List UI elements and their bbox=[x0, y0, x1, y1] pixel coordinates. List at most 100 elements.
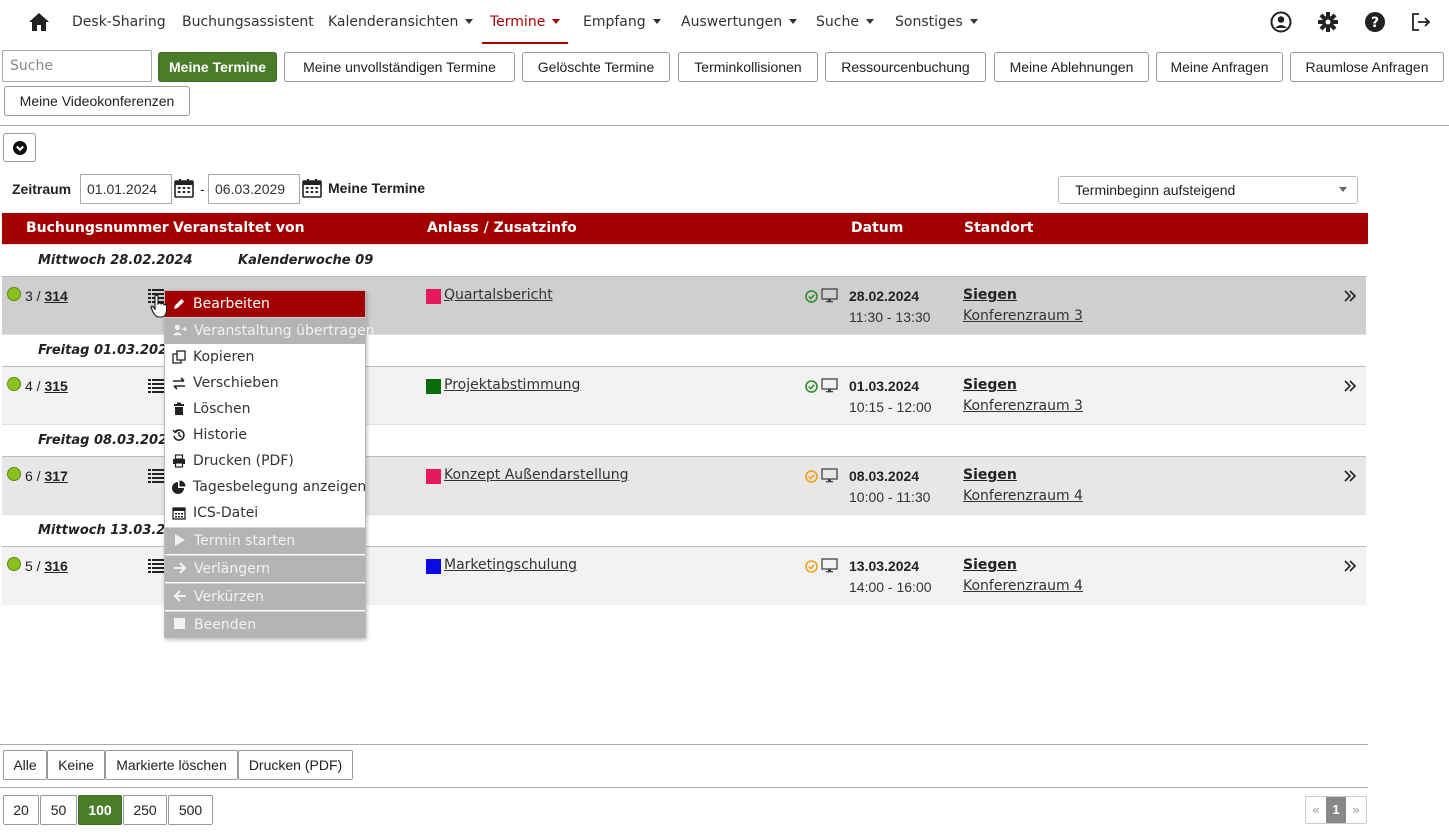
page-size-500[interactable]: 500 bbox=[168, 795, 213, 825]
double-chevron-right-icon[interactable] bbox=[1343, 379, 1357, 393]
double-chevron-right-icon[interactable] bbox=[1343, 559, 1357, 573]
caret-down-icon bbox=[552, 19, 561, 24]
room-link[interactable]: Konferenzraum 3 bbox=[963, 308, 1083, 324]
gear-icon[interactable] bbox=[1317, 11, 1339, 33]
search-input[interactable] bbox=[2, 50, 152, 82]
pie-chart-icon bbox=[172, 480, 186, 494]
location-link[interactable]: Siegen bbox=[963, 287, 1017, 303]
list-menu-icon[interactable] bbox=[148, 379, 164, 393]
menu-item-termin-starten[interactable]: Termin starten bbox=[165, 527, 365, 554]
calendar-icon[interactable] bbox=[174, 178, 194, 198]
meine-anfragen-button[interactable]: Meine Anfragen bbox=[1156, 52, 1283, 82]
location-link[interactable]: Siegen bbox=[963, 377, 1017, 393]
history-icon bbox=[172, 429, 185, 441]
column-header-anlass[interactable]: Anlass / Zusatzinfo bbox=[427, 213, 577, 244]
nav-empfang[interactable]: Empfang bbox=[583, 0, 661, 44]
menu-item-verschieben[interactable]: Verschieben bbox=[165, 370, 365, 396]
menu-item-ics-datei[interactable]: ICS-Datei bbox=[165, 500, 365, 526]
anlass-link[interactable]: Konzept Außendarstellung bbox=[444, 467, 629, 483]
room-link[interactable]: Konferenzraum 3 bbox=[963, 398, 1083, 414]
unvollstaendige-termine-button[interactable]: Meine unvollständigen Termine bbox=[284, 52, 515, 82]
page-size-50[interactable]: 50 bbox=[40, 795, 77, 825]
anlass-link[interactable]: Marketingschulung bbox=[444, 557, 577, 573]
list-menu-icon[interactable] bbox=[148, 559, 164, 573]
booking-number-link[interactable]: 317 bbox=[44, 468, 67, 484]
ressourcenbuchung-button[interactable]: Ressourcenbuchung bbox=[825, 52, 986, 82]
logout-icon[interactable] bbox=[1410, 11, 1432, 33]
column-header-buchungsnummer[interactable]: Buchungsnummer bbox=[26, 213, 169, 244]
menu-item-beenden[interactable]: Beenden bbox=[165, 611, 365, 638]
category-color-swatch bbox=[426, 289, 441, 304]
page-size-100[interactable]: 100 bbox=[78, 795, 122, 825]
menu-item-bearbeiten[interactable]: Bearbeiten bbox=[165, 291, 365, 317]
meine-ablehnungen-button[interactable]: Meine Ablehnungen bbox=[994, 52, 1149, 82]
menu-item-veranstaltung-uebertragen[interactable]: Veranstaltung übertragen bbox=[165, 317, 374, 344]
column-header-datum[interactable]: Datum bbox=[851, 213, 903, 244]
page-size-20[interactable]: 20 bbox=[3, 795, 39, 825]
svg-text:?: ? bbox=[1371, 15, 1379, 31]
pager-prev[interactable]: « bbox=[1306, 797, 1326, 823]
pager-current-page[interactable]: 1 bbox=[1326, 797, 1346, 823]
double-chevron-right-icon[interactable] bbox=[1343, 469, 1357, 483]
date-to-input[interactable] bbox=[208, 174, 300, 204]
booking-number-link[interactable]: 316 bbox=[44, 558, 67, 574]
menu-item-tagesbelegung[interactable]: Tagesbelegung anzeigen bbox=[165, 474, 366, 500]
nav-termine[interactable]: Termine bbox=[481, 0, 569, 44]
geloeschte-termine-button[interactable]: Gelöschte Termine bbox=[522, 52, 670, 82]
location-link[interactable]: Siegen bbox=[963, 557, 1017, 573]
help-icon[interactable]: ? bbox=[1364, 11, 1386, 33]
view-label: Meine Termine bbox=[328, 180, 425, 196]
list-menu-icon[interactable] bbox=[148, 469, 164, 483]
meine-termine-button[interactable]: Meine Termine bbox=[158, 52, 277, 82]
anlass-link[interactable]: Projektabstimmung bbox=[444, 377, 580, 393]
top-navigation: Desk-Sharing Buchungsassistent Kalendera… bbox=[0, 0, 1449, 44]
user-account-icon[interactable] bbox=[1270, 11, 1292, 33]
delete-marked-button[interactable]: Markierte löschen bbox=[105, 750, 238, 780]
booking-number-link[interactable]: 314 bbox=[44, 288, 67, 304]
day-label: Freitag 08.03.2024 bbox=[38, 433, 177, 448]
booking-number-link[interactable]: 315 bbox=[44, 378, 67, 394]
menu-item-drucken[interactable]: Drucken (PDF) bbox=[165, 448, 365, 474]
pager-next[interactable]: » bbox=[1346, 797, 1366, 823]
check-circle-icon bbox=[805, 470, 818, 483]
select-all-button[interactable]: Alle bbox=[3, 750, 47, 780]
print-pdf-button[interactable]: Drucken (PDF) bbox=[238, 750, 353, 780]
booking-time: 11:30 - 13:30 bbox=[849, 309, 931, 325]
calendar-icon bbox=[172, 507, 186, 520]
play-icon bbox=[175, 534, 185, 546]
caret-down-icon bbox=[652, 19, 661, 24]
column-header-standort[interactable]: Standort bbox=[964, 213, 1033, 244]
menu-item-verkuerzen[interactable]: Verkürzen bbox=[165, 583, 365, 610]
meine-videokonferenzen-button[interactable]: Meine Videokonferenzen bbox=[4, 86, 190, 116]
location-link[interactable]: Siegen bbox=[963, 467, 1017, 483]
nav-sonstiges[interactable]: Sonstiges bbox=[895, 0, 978, 44]
double-chevron-right-icon[interactable] bbox=[1343, 289, 1357, 303]
page-size-250[interactable]: 250 bbox=[123, 795, 167, 825]
select-none-button[interactable]: Keine bbox=[47, 750, 105, 780]
status-indicator bbox=[7, 377, 21, 391]
menu-item-loeschen[interactable]: Löschen bbox=[165, 396, 365, 422]
room-link[interactable]: Konferenzraum 4 bbox=[963, 488, 1083, 504]
menu-item-verlaengern[interactable]: Verlängern bbox=[165, 555, 365, 582]
nav-auswertungen[interactable]: Auswertungen bbox=[681, 0, 798, 44]
expand-filter-button[interactable] bbox=[3, 133, 36, 162]
terminkollisionen-button[interactable]: Terminkollisionen bbox=[678, 52, 818, 82]
menu-item-kopieren[interactable]: Kopieren bbox=[165, 344, 365, 370]
date-from-input[interactable] bbox=[80, 174, 172, 204]
booking-number: 6 / 317 bbox=[25, 468, 68, 484]
list-menu-icon[interactable] bbox=[148, 289, 164, 303]
sort-select[interactable]: Terminbeginn aufsteigend bbox=[1058, 176, 1358, 204]
calendar-icon[interactable] bbox=[302, 178, 322, 198]
nav-buchungsassistent[interactable]: Buchungsassistent bbox=[182, 0, 314, 44]
raumlose-anfragen-button[interactable]: Raumlose Anfragen bbox=[1290, 52, 1444, 82]
anlass-link[interactable]: Quartalsbericht bbox=[444, 287, 553, 303]
printer-icon bbox=[173, 454, 185, 468]
column-header-veranstaltet-von[interactable]: Veranstaltet von bbox=[173, 213, 305, 244]
nav-suche[interactable]: Suche bbox=[816, 0, 874, 44]
nav-kalenderansichten[interactable]: Kalenderansichten bbox=[328, 0, 474, 44]
booking-number: 3 / 314 bbox=[25, 288, 68, 304]
home-icon[interactable] bbox=[28, 11, 50, 33]
room-link[interactable]: Konferenzraum 4 bbox=[963, 578, 1083, 594]
nav-desk-sharing[interactable]: Desk-Sharing bbox=[72, 0, 166, 44]
menu-item-historie[interactable]: Historie bbox=[165, 422, 365, 448]
